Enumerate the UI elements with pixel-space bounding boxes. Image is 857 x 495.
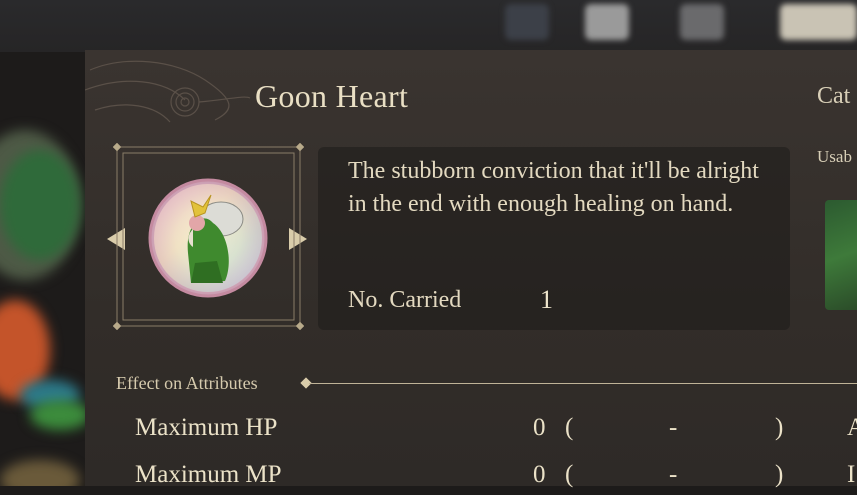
attr-paren-open: ( [565, 461, 574, 488]
item-title: Goon Heart [255, 78, 409, 114]
character-thumbnail[interactable] [825, 200, 857, 310]
top-hud-bar [0, 0, 857, 52]
bg-blur [0, 150, 80, 260]
attr-paren-open: ( [565, 414, 574, 441]
hud-icon-1 [505, 4, 549, 40]
item-detail-panel: Goon Heart Cat Usab The stubborn convict… [85, 50, 857, 488]
swirl-ornament-icon [85, 60, 251, 123]
carried-label: No. Carried [348, 287, 462, 313]
attr-change: - [669, 414, 678, 441]
usable-by-label-partial: Usab [817, 147, 852, 166]
item-description: The stubborn conviction that it'll be al… [348, 158, 759, 217]
category-header-partial: Cat [817, 83, 851, 109]
attr-name: Maximum HP [135, 414, 278, 441]
hud-icon-3 [680, 4, 724, 40]
attr-paren-close: ) [775, 414, 784, 441]
item-portrait [113, 143, 304, 330]
carried-value: 1 [540, 285, 553, 314]
hud-icon-4 [780, 4, 857, 40]
attr-row-max-mp: Maximum MP 0 ( - ) I [135, 461, 857, 495]
bg-blur [0, 460, 80, 486]
effect-header: Effect on Attributes [116, 373, 258, 393]
attr-next-partial: A [847, 414, 857, 441]
attr-value: 0 [533, 461, 546, 488]
hud-icon-2 [585, 4, 629, 40]
attr-value: 0 [533, 414, 546, 441]
bg-blur [30, 400, 90, 430]
attr-next-partial: I [847, 461, 856, 488]
description-box: The stubborn conviction that it'll be al… [318, 147, 790, 330]
attr-name: Maximum MP [135, 461, 282, 488]
attr-change: - [669, 461, 678, 488]
divider [309, 383, 857, 384]
attr-row-max-hp: Maximum HP 0 ( - ) A [135, 414, 857, 448]
attr-paren-close: ) [775, 461, 784, 488]
